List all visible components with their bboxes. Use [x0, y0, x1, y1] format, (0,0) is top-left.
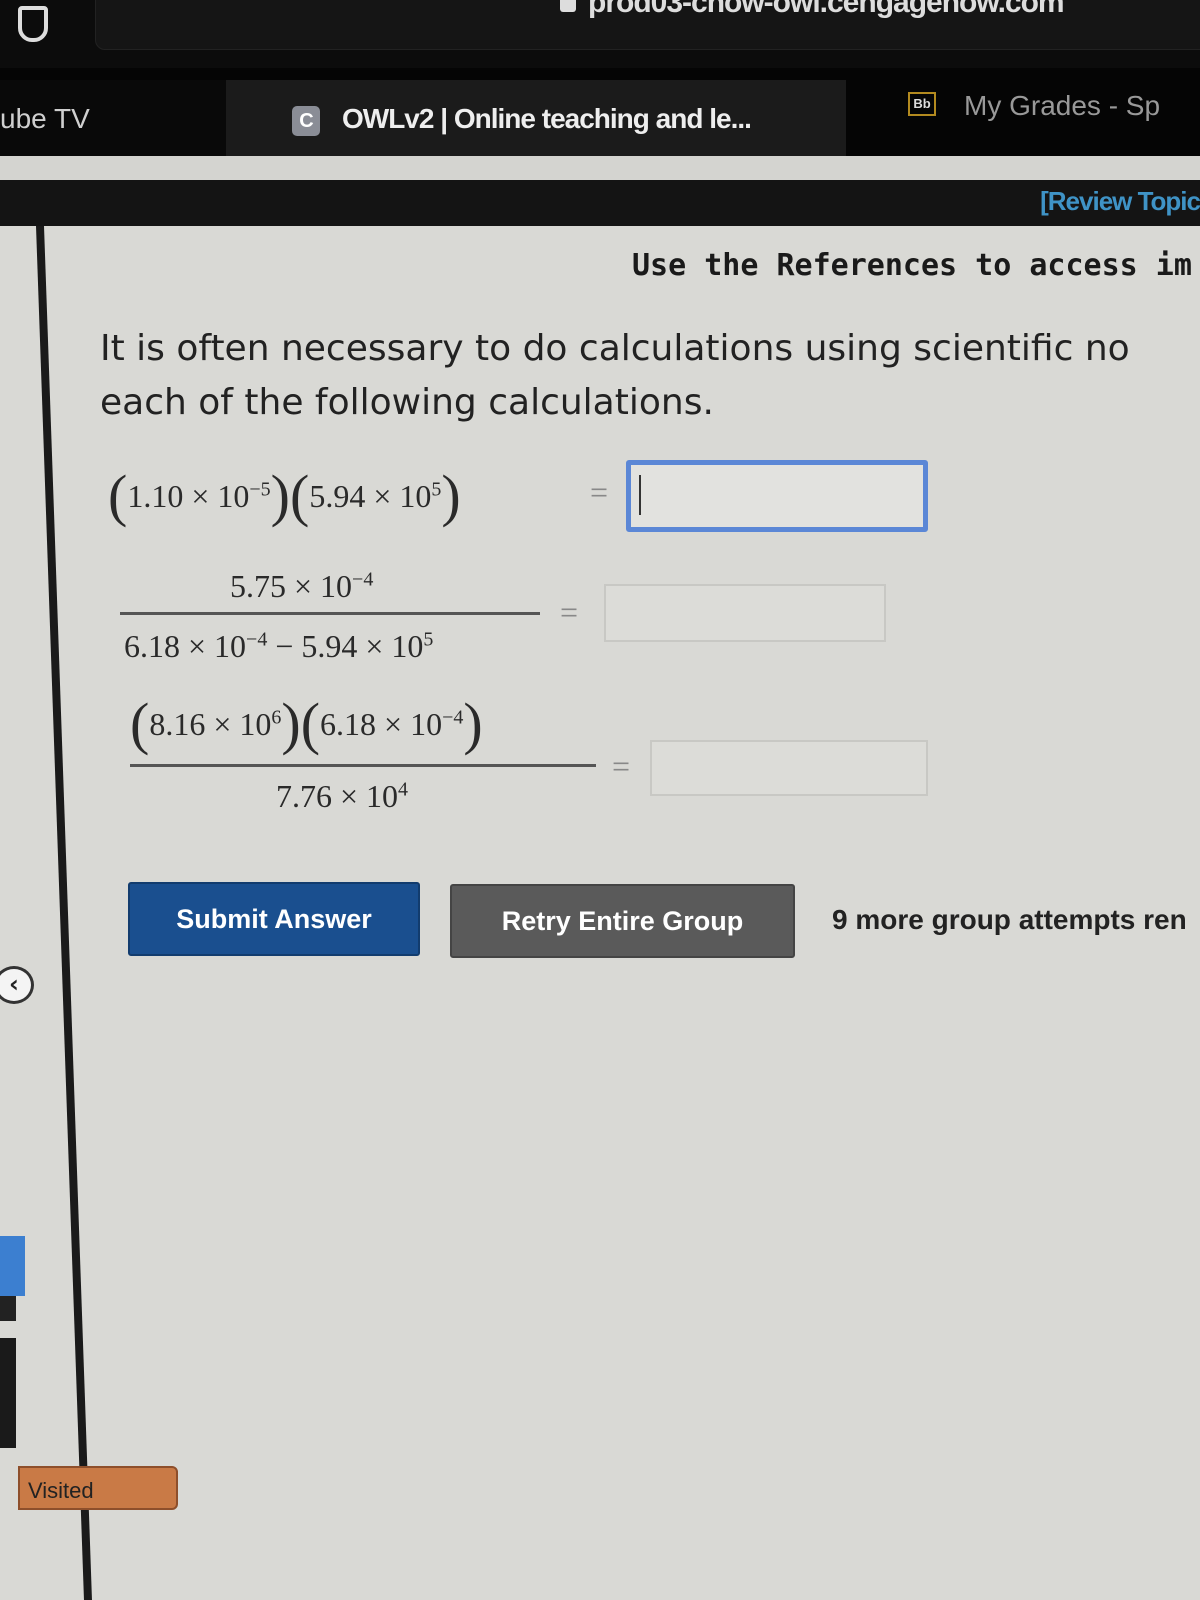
- numerator: 5.75 × 10: [230, 568, 353, 604]
- fraction-bar: [130, 764, 596, 767]
- exponent: 5: [431, 478, 442, 501]
- cengage-favicon-icon: C: [292, 106, 320, 136]
- factor: 5.94 × 10: [309, 478, 432, 514]
- lock-icon: [560, 0, 576, 12]
- exponent: 6: [271, 706, 282, 729]
- problem-1-expression: (1.10 × 10−5)(5.94 × 105): [108, 463, 461, 528]
- tab-youtube-tv[interactable]: ube TV: [0, 80, 226, 158]
- divider: [0, 156, 1200, 182]
- attempts-remaining-text: 9 more group attempts ren: [832, 904, 1187, 935]
- factor: 6.18 × 10: [320, 706, 443, 742]
- shield-icon[interactable]: [18, 6, 48, 42]
- blackboard-favicon-icon: Bb: [908, 92, 936, 116]
- tab-label: ube TV: [0, 103, 90, 134]
- submit-answer-button[interactable]: Submit Answer: [128, 882, 420, 956]
- exponent: −4: [352, 568, 374, 591]
- term: 6.18 × 10: [124, 628, 247, 664]
- visited-badge: Visited: [18, 1466, 178, 1510]
- term: − 5.94 × 10: [267, 628, 424, 664]
- retry-entire-group-button[interactable]: Retry Entire Group: [450, 884, 795, 958]
- exponent: −4: [442, 706, 464, 729]
- equals-sign: =: [560, 594, 579, 630]
- intro-line: each of the following calculations.: [100, 382, 714, 423]
- answer-input-2[interactable]: [604, 584, 886, 642]
- url-text[interactable]: prod03-cnow-owl.cengagenow.com: [560, 0, 1065, 20]
- assignment-header-bar: [Review Topic: [0, 180, 1200, 226]
- exponent: 5: [423, 628, 434, 651]
- factor: 8.16 × 10: [149, 706, 272, 742]
- intro-line: It is often necessary to do calculations…: [100, 328, 1130, 369]
- tab-label: My Grades - Sp: [964, 90, 1161, 121]
- sidebar-current-marker: [0, 1236, 25, 1296]
- answer-input-3[interactable]: [650, 740, 928, 796]
- left-sidebar: ‹ Visited: [0, 226, 178, 1600]
- tab-my-grades[interactable]: Bb My Grades - Sp: [846, 68, 1200, 144]
- fraction-bar: [120, 612, 540, 615]
- review-topic-link[interactable]: [Review Topic: [1040, 186, 1200, 217]
- answer-input-1[interactable]: [626, 460, 928, 532]
- factor: 1.10 × 10: [127, 478, 250, 514]
- equals-sign: =: [612, 748, 631, 784]
- sidebar-border: [36, 226, 130, 1600]
- text-caret: [639, 475, 641, 515]
- problem-2-denominator: 6.18 × 10−4 − 5.94 × 105: [124, 628, 433, 665]
- chevron-left-icon[interactable]: ‹: [0, 966, 34, 1004]
- exponent: 4: [398, 778, 409, 801]
- equals-sign: =: [590, 474, 609, 510]
- tab-owlv2[interactable]: C OWLv2 | Online teaching and le...: [226, 80, 846, 158]
- url-value: prod03-cnow-owl.cengagenow.com: [588, 0, 1065, 19]
- problem-2-numerator: 5.75 × 10−4: [230, 568, 373, 605]
- exponent: −4: [246, 628, 268, 651]
- problem-3-denominator: 7.76 × 104: [276, 778, 408, 815]
- exponent: −5: [249, 478, 271, 501]
- browser-toolbar: prod03-cnow-owl.cengagenow.com: [0, 0, 1200, 72]
- tab-bar: ube TV C OWLv2 | Online teaching and le.…: [0, 68, 1200, 158]
- sidebar-marker: [0, 1338, 16, 1448]
- problem-3-numerator: (8.16 × 106)(6.18 × 10−4): [130, 691, 483, 756]
- tab-label: OWLv2 | Online teaching and le...: [342, 103, 752, 134]
- denominator: 7.76 × 10: [276, 778, 399, 814]
- references-note: Use the References to access im: [632, 248, 1192, 283]
- question-intro: It is often necessary to do calculations…: [100, 322, 1200, 430]
